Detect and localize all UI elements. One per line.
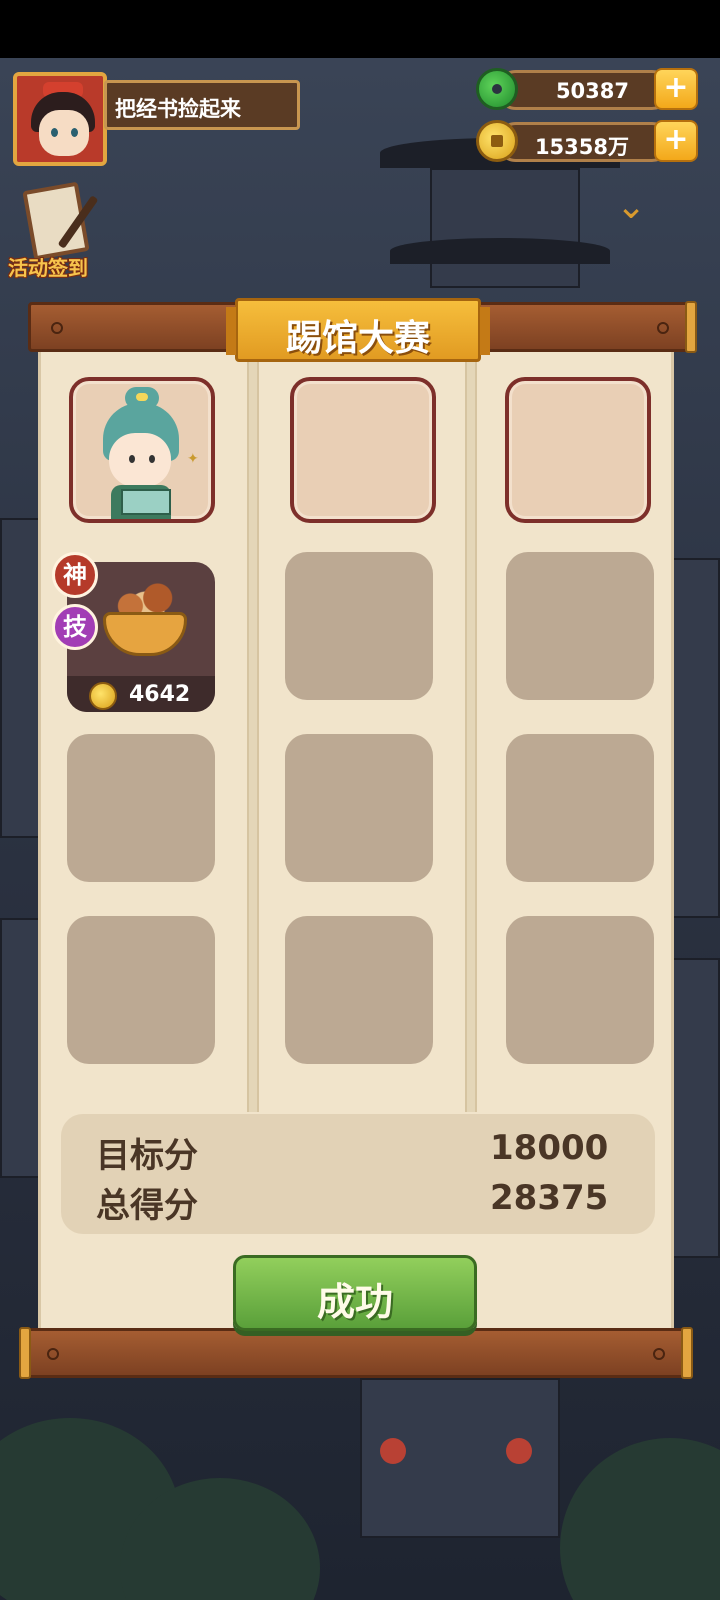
add-jade-button[interactable]: + [654,68,698,110]
dish-slot-empty[interactable] [285,916,433,1064]
player-avatar[interactable] [13,72,107,166]
add-coin-button[interactable]: + [654,120,698,162]
column-divider [465,350,477,1112]
dish-slot-empty[interactable] [285,734,433,882]
total-score-value: 28375 [490,1178,609,1218]
page-title: 踢馆大赛 [285,318,430,359]
quest-text: 把经书捡起来 [115,97,241,121]
jade-counter: 50387 [496,70,672,110]
god-badge: 神 [52,552,98,598]
status-bar [0,0,720,58]
pot-icon [103,612,187,656]
dish-slot-empty[interactable] [506,734,654,882]
event-signin-button[interactable]: 活动签到 [4,181,112,286]
chevron-down-icon[interactable]: ⌄ [616,186,646,227]
dish-slot-empty[interactable] [506,552,654,700]
coin-counter: 15358万 [496,122,672,162]
coin-amount: 15358万 [534,135,629,159]
success-button[interactable]: 成功 [233,1255,477,1331]
column-divider [247,350,259,1112]
team-slot-1[interactable]: ✦ [69,377,215,523]
sparkle-icon: ✦ [187,451,199,467]
target-score-label: 目标分 [96,1136,198,1176]
quest-bar[interactable]: 把经书捡起来 [104,80,300,130]
scroll-rod-bottom [19,1327,693,1379]
total-score-label: 总得分 [96,1186,198,1226]
dish-price: 4642 [129,682,191,707]
success-button-label: 成功 [316,1280,393,1324]
dish-slot-empty[interactable] [67,916,215,1064]
jade-amount: 50387 [555,79,629,103]
hero-portrait: ✦ [73,381,211,519]
contest-title-banner: 踢馆大赛 [226,298,490,362]
skill-badge: 技 [52,604,98,650]
dish-slot-empty[interactable] [285,552,433,700]
coin-icon [89,682,117,710]
team-slot-3[interactable] [505,377,651,523]
dish-slot-empty[interactable] [67,734,215,882]
target-score-value: 18000 [490,1128,609,1168]
dish-slot-empty[interactable] [506,916,654,1064]
coin-icon [476,120,518,162]
jade-icon [476,68,518,110]
signin-label: 活动签到 [8,256,88,280]
team-slot-2[interactable] [290,377,436,523]
